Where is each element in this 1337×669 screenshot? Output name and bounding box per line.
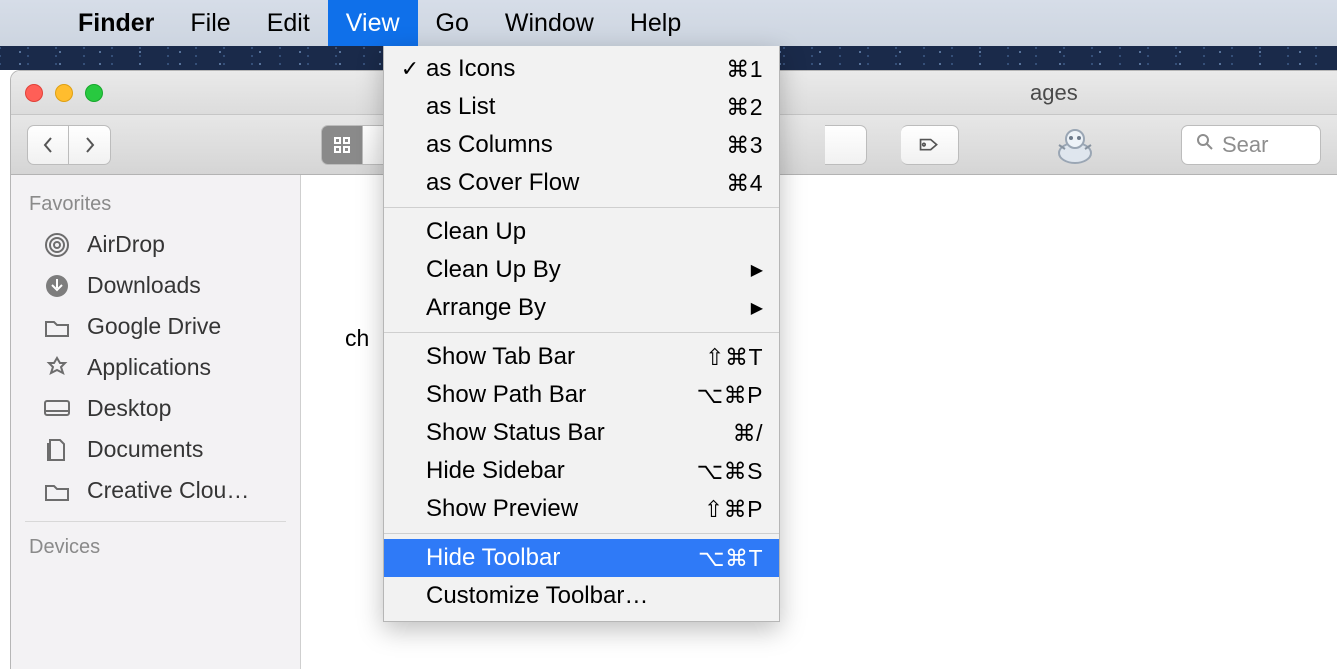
menu-label: Hide Toolbar: [424, 544, 698, 572]
menu-item-hide-sidebar[interactable]: Hide Sidebar ⌥⌘S: [384, 452, 779, 490]
menu-item-show-preview[interactable]: Show Preview ⇧⌘P: [384, 490, 779, 528]
grid-icon: [333, 136, 351, 154]
menubar-item-help[interactable]: Help: [612, 0, 699, 46]
menubar-item-file[interactable]: File: [172, 0, 248, 46]
menu-item-show-path-bar[interactable]: Show Path Bar ⌥⌘P: [384, 376, 779, 414]
menu-label: Clean Up By: [424, 256, 751, 284]
menu-shortcut: ⌥⌘P: [697, 382, 763, 409]
menu-item-as-icons[interactable]: ✓ as Icons ⌘1: [384, 50, 779, 88]
sidebar-item-creative-cloud[interactable]: Creative Clou…: [11, 470, 300, 511]
search-placeholder-text: Sear: [1222, 132, 1268, 158]
sidebar-item-label: Documents: [87, 436, 203, 463]
share-button-partial[interactable]: [825, 125, 867, 165]
menu-label: Show Preview: [424, 495, 704, 523]
submenu-arrow-icon: ▶: [751, 298, 763, 318]
nav-buttons: [27, 125, 111, 165]
zoom-button[interactable]: [85, 84, 103, 102]
menu-item-hide-toolbar[interactable]: Hide Toolbar ⌥⌘T: [384, 539, 779, 577]
menubar-item-go[interactable]: Go: [418, 0, 487, 46]
robot-icon: [1053, 123, 1097, 167]
menu-item-show-status-bar[interactable]: Show Status Bar ⌘/: [384, 414, 779, 452]
sidebar-item-applications[interactable]: Applications: [11, 347, 300, 388]
menu-label: as Icons: [424, 55, 726, 83]
item-label-partial: ch: [345, 325, 369, 351]
search-icon: [1196, 133, 1214, 157]
sidebar-header-favorites: Favorites: [11, 189, 300, 224]
checkmark-icon: ✓: [396, 56, 424, 82]
menu-label: Show Path Bar: [424, 381, 697, 409]
menu-item-arrange-by[interactable]: Arrange By ▶: [384, 289, 779, 327]
desktop-icon: [41, 398, 73, 420]
search-field[interactable]: Sear: [1181, 125, 1321, 165]
sidebar: Favorites AirDrop Downloads Google Drive: [11, 175, 301, 669]
menu-shortcut: ⌘3: [726, 132, 763, 159]
menu-item-clean-up-by[interactable]: Clean Up By ▶: [384, 251, 779, 289]
menu-label: Show Status Bar: [424, 419, 733, 447]
menu-label: Show Tab Bar: [424, 343, 705, 371]
sidebar-item-label: Downloads: [87, 272, 201, 299]
menu-shortcut: ⌥⌘S: [697, 458, 763, 485]
menu-shortcut: ⌘2: [726, 94, 763, 121]
menu-label: Customize Toolbar…: [424, 582, 763, 610]
menu-shortcut: ⇧⌘P: [704, 496, 763, 523]
sidebar-item-label: Google Drive: [87, 313, 221, 340]
menubar-item-window[interactable]: Window: [487, 0, 612, 46]
submenu-arrow-icon: ▶: [751, 260, 763, 280]
menu-item-as-list[interactable]: as List ⌘2: [384, 88, 779, 126]
menu-item-as-columns[interactable]: as Columns ⌘3: [384, 126, 779, 164]
menu-shortcut: ⌘4: [726, 170, 763, 197]
chevron-right-icon: [83, 136, 97, 154]
menu-shortcut: ⌥⌘T: [698, 545, 763, 572]
tag-icon: [918, 137, 940, 152]
menu-separator: [384, 533, 779, 534]
menu-item-customize-toolbar[interactable]: Customize Toolbar…: [384, 577, 779, 615]
menu-label: as List: [424, 93, 726, 121]
menubar: Finder File Edit View Go Window Help: [0, 0, 1337, 46]
menu-separator: [384, 332, 779, 333]
menu-shortcut: ⌘/: [733, 420, 763, 447]
sidebar-item-desktop[interactable]: Desktop: [11, 388, 300, 429]
automator-icon[interactable]: [1053, 121, 1097, 169]
back-button[interactable]: [27, 125, 69, 165]
sidebar-header-devices: Devices: [11, 532, 300, 567]
sidebar-item-airdrop[interactable]: AirDrop: [11, 224, 300, 265]
sidebar-item-google-drive[interactable]: Google Drive: [11, 306, 300, 347]
menu-separator: [384, 207, 779, 208]
menu-shortcut: ⌘1: [726, 56, 763, 83]
sidebar-item-label: Applications: [87, 354, 211, 381]
chevron-left-icon: [41, 136, 55, 154]
menubar-item-edit[interactable]: Edit: [249, 0, 328, 46]
menu-label: as Cover Flow: [424, 169, 726, 197]
window-title-text: ages: [1030, 80, 1078, 105]
menubar-item-view[interactable]: View: [328, 0, 418, 46]
folder-icon: [41, 480, 73, 502]
documents-icon: [41, 437, 73, 463]
menu-item-as-coverflow[interactable]: as Cover Flow ⌘4: [384, 164, 779, 202]
traffic-lights: [25, 84, 103, 102]
menu-shortcut: ⇧⌘T: [705, 344, 763, 371]
menu-item-show-tab-bar[interactable]: Show Tab Bar ⇧⌘T: [384, 338, 779, 376]
sidebar-item-label: Creative Clou…: [87, 477, 249, 504]
downloads-icon: [41, 273, 73, 299]
menu-item-clean-up[interactable]: Clean Up: [384, 213, 779, 251]
folder-icon: [41, 316, 73, 338]
sidebar-item-downloads[interactable]: Downloads: [11, 265, 300, 306]
close-button[interactable]: [25, 84, 43, 102]
minimize-button[interactable]: [55, 84, 73, 102]
menu-label: Arrange By: [424, 294, 751, 322]
sidebar-item-label: AirDrop: [87, 231, 165, 258]
forward-button[interactable]: [69, 125, 111, 165]
sidebar-item-documents[interactable]: Documents: [11, 429, 300, 470]
tags-button[interactable]: [901, 125, 959, 165]
menu-label: Clean Up: [424, 218, 763, 246]
menubar-app-name[interactable]: Finder: [60, 0, 172, 46]
applications-icon: [41, 355, 73, 381]
menu-label: Hide Sidebar: [424, 457, 697, 485]
sidebar-divider: [25, 521, 286, 522]
airdrop-icon: [41, 232, 73, 258]
sidebar-item-label: Desktop: [87, 395, 171, 422]
view-icons-button[interactable]: [321, 125, 363, 165]
view-menu-dropdown: ✓ as Icons ⌘1 as List ⌘2 as Columns ⌘3 a…: [383, 46, 780, 622]
menu-label: as Columns: [424, 131, 726, 159]
